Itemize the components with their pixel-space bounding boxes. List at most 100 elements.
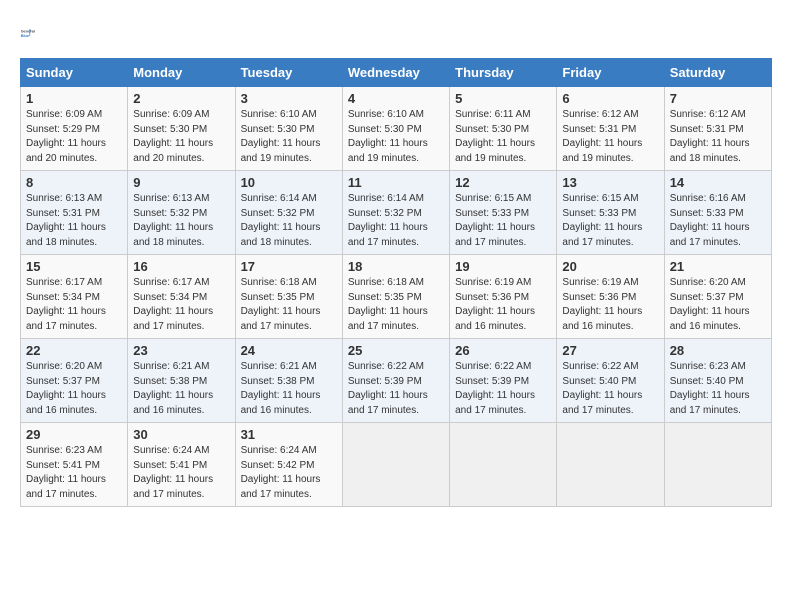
day-info: Sunrise: 6:09 AMSunset: 5:30 PMDaylight:… <box>133 108 229 166</box>
day-info: Sunrise: 6:14 AMSunset: 5:32 PMDaylight:… <box>241 192 337 250</box>
svg-text:General: General <box>21 30 35 34</box>
calendar-cell: 20 Sunrise: 6:19 AMSunset: 5:36 PMDaylig… <box>557 255 664 339</box>
day-info: Sunrise: 6:13 AMSunset: 5:31 PMDaylight:… <box>26 192 122 250</box>
calendar-cell: 21 Sunrise: 6:20 AMSunset: 5:37 PMDaylig… <box>664 255 771 339</box>
logo: General Blue <box>20 20 52 48</box>
calendar-cell: 31 Sunrise: 6:24 AMSunset: 5:42 PMDaylig… <box>235 423 342 507</box>
calendar-cell: 16 Sunrise: 6:17 AMSunset: 5:34 PMDaylig… <box>128 255 235 339</box>
calendar-cell: 1 Sunrise: 6:09 AMSunset: 5:29 PMDayligh… <box>21 87 128 171</box>
header-day-saturday: Saturday <box>664 59 771 87</box>
day-number: 18 <box>348 259 444 274</box>
day-info: Sunrise: 6:12 AMSunset: 5:31 PMDaylight:… <box>670 108 766 166</box>
day-number: 28 <box>670 343 766 358</box>
calendar-table: SundayMondayTuesdayWednesdayThursdayFrid… <box>20 58 772 507</box>
day-info: Sunrise: 6:11 AMSunset: 5:30 PMDaylight:… <box>455 108 551 166</box>
calendar-cell: 11 Sunrise: 6:14 AMSunset: 5:32 PMDaylig… <box>342 171 449 255</box>
day-number: 30 <box>133 427 229 442</box>
calendar-cell: 17 Sunrise: 6:18 AMSunset: 5:35 PMDaylig… <box>235 255 342 339</box>
day-info: Sunrise: 6:13 AMSunset: 5:32 PMDaylight:… <box>133 192 229 250</box>
day-number: 8 <box>26 175 122 190</box>
day-number: 20 <box>562 259 658 274</box>
calendar-cell: 5 Sunrise: 6:11 AMSunset: 5:30 PMDayligh… <box>450 87 557 171</box>
day-info: Sunrise: 6:22 AMSunset: 5:40 PMDaylight:… <box>562 360 658 418</box>
calendar-cell: 26 Sunrise: 6:22 AMSunset: 5:39 PMDaylig… <box>450 339 557 423</box>
header-row: SundayMondayTuesdayWednesdayThursdayFrid… <box>21 59 772 87</box>
calendar-cell <box>342 423 449 507</box>
calendar-cell: 6 Sunrise: 6:12 AMSunset: 5:31 PMDayligh… <box>557 87 664 171</box>
calendar-cell: 13 Sunrise: 6:15 AMSunset: 5:33 PMDaylig… <box>557 171 664 255</box>
day-number: 14 <box>670 175 766 190</box>
calendar-cell: 27 Sunrise: 6:22 AMSunset: 5:40 PMDaylig… <box>557 339 664 423</box>
day-number: 17 <box>241 259 337 274</box>
day-number: 4 <box>348 91 444 106</box>
day-info: Sunrise: 6:24 AMSunset: 5:41 PMDaylight:… <box>133 444 229 502</box>
calendar-cell: 4 Sunrise: 6:10 AMSunset: 5:30 PMDayligh… <box>342 87 449 171</box>
day-number: 27 <box>562 343 658 358</box>
day-info: Sunrise: 6:09 AMSunset: 5:29 PMDaylight:… <box>26 108 122 166</box>
calendar-cell: 7 Sunrise: 6:12 AMSunset: 5:31 PMDayligh… <box>664 87 771 171</box>
day-info: Sunrise: 6:23 AMSunset: 5:41 PMDaylight:… <box>26 444 122 502</box>
day-number: 29 <box>26 427 122 442</box>
calendar-cell: 24 Sunrise: 6:21 AMSunset: 5:38 PMDaylig… <box>235 339 342 423</box>
header-day-friday: Friday <box>557 59 664 87</box>
day-number: 21 <box>670 259 766 274</box>
header-day-monday: Monday <box>128 59 235 87</box>
calendar-cell: 8 Sunrise: 6:13 AMSunset: 5:31 PMDayligh… <box>21 171 128 255</box>
day-number: 5 <box>455 91 551 106</box>
calendar-cell: 2 Sunrise: 6:09 AMSunset: 5:30 PMDayligh… <box>128 87 235 171</box>
day-info: Sunrise: 6:15 AMSunset: 5:33 PMDaylight:… <box>562 192 658 250</box>
day-number: 24 <box>241 343 337 358</box>
calendar-cell <box>557 423 664 507</box>
day-info: Sunrise: 6:10 AMSunset: 5:30 PMDaylight:… <box>348 108 444 166</box>
day-info: Sunrise: 6:23 AMSunset: 5:40 PMDaylight:… <box>670 360 766 418</box>
calendar-week-row: 22 Sunrise: 6:20 AMSunset: 5:37 PMDaylig… <box>21 339 772 423</box>
calendar-cell <box>664 423 771 507</box>
calendar-week-row: 29 Sunrise: 6:23 AMSunset: 5:41 PMDaylig… <box>21 423 772 507</box>
day-number: 1 <box>26 91 122 106</box>
header-day-wednesday: Wednesday <box>342 59 449 87</box>
calendar-week-row: 15 Sunrise: 6:17 AMSunset: 5:34 PMDaylig… <box>21 255 772 339</box>
page-header: General Blue <box>20 20 772 48</box>
calendar-cell: 25 Sunrise: 6:22 AMSunset: 5:39 PMDaylig… <box>342 339 449 423</box>
header-day-sunday: Sunday <box>21 59 128 87</box>
day-number: 25 <box>348 343 444 358</box>
day-info: Sunrise: 6:12 AMSunset: 5:31 PMDaylight:… <box>562 108 658 166</box>
svg-text:Blue: Blue <box>21 34 29 38</box>
day-number: 13 <box>562 175 658 190</box>
day-info: Sunrise: 6:17 AMSunset: 5:34 PMDaylight:… <box>133 276 229 334</box>
day-info: Sunrise: 6:20 AMSunset: 5:37 PMDaylight:… <box>26 360 122 418</box>
calendar-cell: 3 Sunrise: 6:10 AMSunset: 5:30 PMDayligh… <box>235 87 342 171</box>
day-number: 7 <box>670 91 766 106</box>
day-info: Sunrise: 6:18 AMSunset: 5:35 PMDaylight:… <box>348 276 444 334</box>
calendar-week-row: 1 Sunrise: 6:09 AMSunset: 5:29 PMDayligh… <box>21 87 772 171</box>
calendar-cell: 9 Sunrise: 6:13 AMSunset: 5:32 PMDayligh… <box>128 171 235 255</box>
calendar-cell: 30 Sunrise: 6:24 AMSunset: 5:41 PMDaylig… <box>128 423 235 507</box>
day-info: Sunrise: 6:20 AMSunset: 5:37 PMDaylight:… <box>670 276 766 334</box>
day-number: 15 <box>26 259 122 274</box>
day-info: Sunrise: 6:19 AMSunset: 5:36 PMDaylight:… <box>562 276 658 334</box>
day-info: Sunrise: 6:17 AMSunset: 5:34 PMDaylight:… <box>26 276 122 334</box>
day-number: 2 <box>133 91 229 106</box>
calendar-cell: 29 Sunrise: 6:23 AMSunset: 5:41 PMDaylig… <box>21 423 128 507</box>
calendar-week-row: 8 Sunrise: 6:13 AMSunset: 5:31 PMDayligh… <box>21 171 772 255</box>
calendar-cell: 12 Sunrise: 6:15 AMSunset: 5:33 PMDaylig… <box>450 171 557 255</box>
day-number: 12 <box>455 175 551 190</box>
day-info: Sunrise: 6:18 AMSunset: 5:35 PMDaylight:… <box>241 276 337 334</box>
day-info: Sunrise: 6:19 AMSunset: 5:36 PMDaylight:… <box>455 276 551 334</box>
day-info: Sunrise: 6:16 AMSunset: 5:33 PMDaylight:… <box>670 192 766 250</box>
day-info: Sunrise: 6:14 AMSunset: 5:32 PMDaylight:… <box>348 192 444 250</box>
logo-icon: General Blue <box>20 20 48 48</box>
calendar-cell: 18 Sunrise: 6:18 AMSunset: 5:35 PMDaylig… <box>342 255 449 339</box>
day-number: 3 <box>241 91 337 106</box>
day-number: 16 <box>133 259 229 274</box>
day-info: Sunrise: 6:22 AMSunset: 5:39 PMDaylight:… <box>455 360 551 418</box>
day-number: 10 <box>241 175 337 190</box>
day-info: Sunrise: 6:15 AMSunset: 5:33 PMDaylight:… <box>455 192 551 250</box>
day-info: Sunrise: 6:21 AMSunset: 5:38 PMDaylight:… <box>241 360 337 418</box>
day-number: 26 <box>455 343 551 358</box>
day-number: 22 <box>26 343 122 358</box>
day-number: 23 <box>133 343 229 358</box>
header-day-tuesday: Tuesday <box>235 59 342 87</box>
day-number: 19 <box>455 259 551 274</box>
day-number: 31 <box>241 427 337 442</box>
